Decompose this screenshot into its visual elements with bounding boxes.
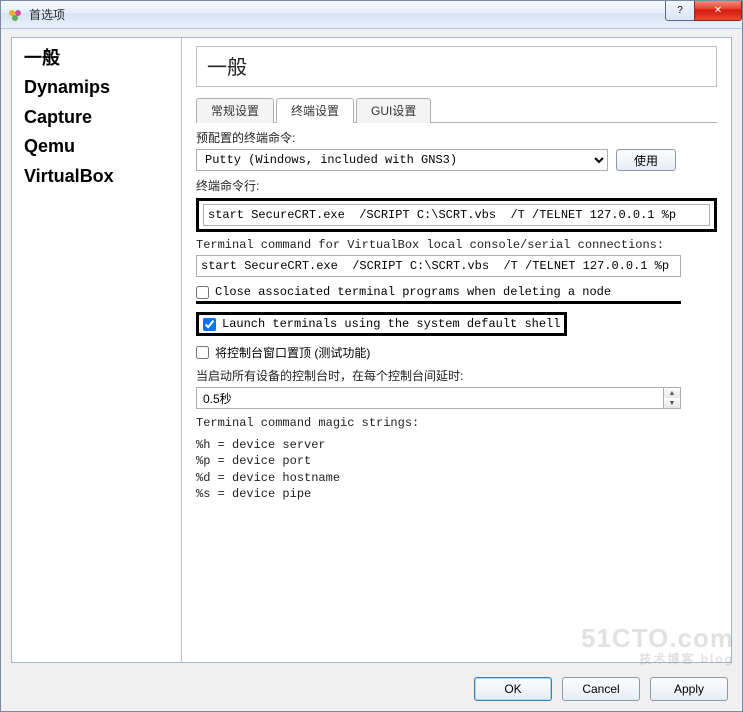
magic-strings-body: %h = device server %p = device port %d =…: [196, 437, 717, 502]
sidebar-item-general[interactable]: 一般: [22, 44, 171, 73]
preconfig-terminal-label: 预配置的终端命令:: [196, 129, 717, 146]
dialog-buttons: OK Cancel Apply: [474, 677, 728, 701]
sidebar-item-label: VirtualBox: [24, 166, 114, 186]
tab-label: 常规设置: [211, 104, 259, 118]
launch-shell-row: Launch terminals using the system defaul…: [203, 317, 560, 331]
sidebar-item-label: Capture: [24, 107, 92, 127]
sidebar-item-dynamips[interactable]: Dynamips: [22, 73, 171, 102]
close-terminals-checkbox[interactable]: [196, 286, 209, 299]
window-buttons: ? ✕: [666, 1, 742, 21]
spin-down-icon[interactable]: ▼: [664, 398, 680, 408]
titlebar: 首选项 ? ✕: [1, 1, 742, 29]
preferences-window: 首选项 ? ✕ 一般 Dynamips Capture Qemu Virtual…: [0, 0, 743, 712]
tab-gui-settings[interactable]: GUI设置: [356, 98, 431, 123]
section-title: 一般: [207, 51, 706, 80]
highlight-launch-box: Launch terminals using the system defaul…: [196, 312, 567, 336]
vbox-cmd-label: Terminal command for VirtualBox local co…: [196, 238, 717, 252]
highlight-cmdline-box: [196, 198, 717, 232]
ok-button[interactable]: OK: [474, 677, 552, 701]
tab-general-settings[interactable]: 常规设置: [196, 98, 274, 123]
section-title-box: 一般: [196, 46, 717, 87]
sidebar-item-qemu[interactable]: Qemu: [22, 132, 171, 161]
delay-spinner: ▲ ▼: [196, 387, 681, 409]
app-icon: [7, 7, 23, 23]
sidebar-item-capture[interactable]: Capture: [22, 103, 171, 132]
apply-button[interactable]: Apply: [650, 677, 728, 701]
launch-shell-label: Launch terminals using the system defaul…: [222, 317, 560, 331]
launch-shell-checkbox[interactable]: [203, 318, 216, 331]
window-title: 首选项: [29, 6, 65, 23]
cancel-button[interactable]: Cancel: [562, 677, 640, 701]
sidebar-item-label: 一般: [24, 48, 60, 68]
preconfig-terminal-select[interactable]: Putty (Windows, included with GNS3): [196, 149, 608, 171]
client-area: 一般 Dynamips Capture Qemu VirtualBox 一般 常…: [11, 37, 732, 663]
sidebar-item-virtualbox[interactable]: VirtualBox: [22, 162, 171, 191]
tab-label: 终端设置: [291, 104, 339, 118]
delay-input[interactable]: [196, 387, 664, 409]
close-terminals-label: Close associated terminal programs when …: [215, 285, 611, 299]
terminal-cmdline-input[interactable]: [203, 204, 710, 226]
preconfig-row: Putty (Windows, included with GNS3) 使用: [196, 149, 717, 171]
tab-label: GUI设置: [371, 104, 416, 118]
spin-up-icon[interactable]: ▲: [664, 388, 680, 398]
magic-strings-heading: Terminal command magic strings:: [196, 415, 717, 431]
spin-buttons: ▲ ▼: [664, 387, 681, 409]
close-button[interactable]: ✕: [694, 1, 742, 21]
tabs: 常规设置 终端设置 GUI设置: [196, 97, 717, 123]
console-top-row: 将控制台窗口置顶 (测试功能): [196, 344, 717, 361]
console-top-checkbox[interactable]: [196, 346, 209, 359]
terminal-cmdline-label: 终端命令行:: [196, 177, 717, 194]
help-button[interactable]: ?: [665, 1, 695, 21]
tab-terminal-settings[interactable]: 终端设置: [276, 98, 354, 123]
console-top-label: 将控制台窗口置顶 (测试功能): [215, 344, 370, 361]
use-button[interactable]: 使用: [616, 149, 676, 171]
main-panel: 一般 常规设置 终端设置 GUI设置 预配置的终端命令: Putty (Wind…: [182, 38, 731, 662]
vbox-cmd-input[interactable]: [196, 255, 681, 277]
sidebar: 一般 Dynamips Capture Qemu VirtualBox: [12, 38, 182, 662]
sidebar-item-label: Qemu: [24, 136, 75, 156]
delay-label: 当启动所有设备的控制台时，在每个控制台间延时:: [196, 367, 717, 384]
sidebar-item-label: Dynamips: [24, 77, 110, 97]
close-terminals-row: Close associated terminal programs when …: [196, 285, 681, 304]
